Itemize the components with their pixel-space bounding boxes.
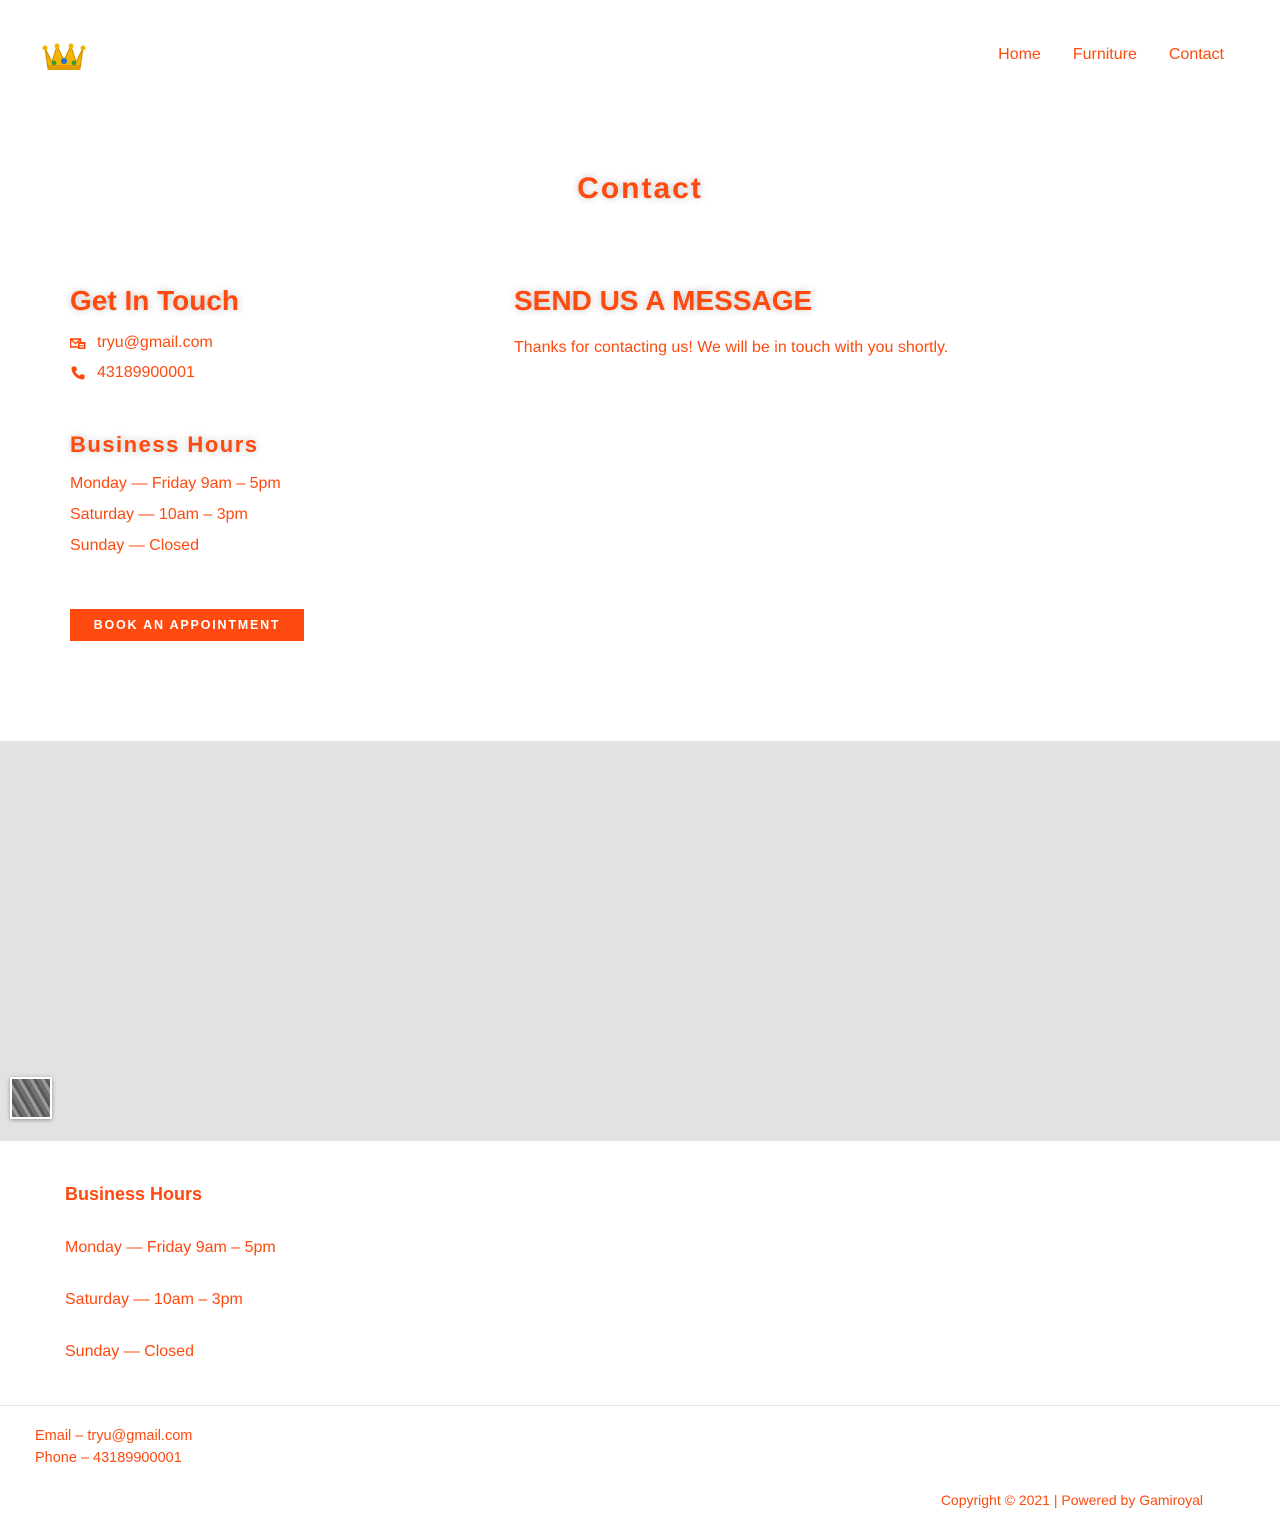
contact-email-link[interactable]: tryu@gmail.com bbox=[97, 334, 213, 352]
contact-email-row: tryu@gmail.com bbox=[69, 334, 213, 352]
footer-hours-saturday: Saturday — 10am – 3pm bbox=[65, 1291, 243, 1308]
book-appointment-button[interactable]: BOOK AN APPOINTMENT bbox=[70, 609, 304, 641]
hours-weekdays: Monday — Friday 9am – 5pm bbox=[70, 475, 281, 492]
hours-saturday: Saturday — 10am – 3pm bbox=[70, 506, 248, 523]
phone-icon bbox=[70, 365, 86, 381]
form-confirmation-message: Thanks for contacting us! We will be in … bbox=[514, 339, 949, 356]
copyright-text: Copyright © 2021 | Powered by Gamiroyal bbox=[940, 1492, 1203, 1508]
main-nav: Home Furniture Contact bbox=[998, 45, 1224, 65]
footer-hours-sunday: Sunday — Closed bbox=[65, 1343, 194, 1360]
footer-phone: Phone – 43189900001 bbox=[35, 1450, 182, 1466]
map-layer-thumbnail-icon[interactable] bbox=[10, 1077, 52, 1119]
contact-phone-row: 43189900001 bbox=[70, 364, 195, 382]
nav-furniture-link[interactable]: Furniture bbox=[1073, 45, 1137, 65]
business-hours-heading: Business Hours bbox=[70, 432, 259, 457]
footer-email: Email – tryu@gmail.com bbox=[35, 1428, 193, 1444]
mail-icon bbox=[69, 335, 86, 351]
page-title: Contact bbox=[577, 172, 703, 205]
nav-home-link[interactable]: Home bbox=[998, 45, 1041, 65]
contact-phone-link[interactable]: 43189900001 bbox=[97, 364, 195, 382]
hours-sunday: Sunday — Closed bbox=[70, 537, 199, 554]
nav-contact-link[interactable]: Contact bbox=[1169, 45, 1224, 65]
site-header: Home Furniture Contact bbox=[0, 0, 1280, 110]
footer-business-hours-heading: Business Hours bbox=[65, 1184, 203, 1204]
crown-icon[interactable] bbox=[42, 38, 86, 74]
get-in-touch-heading: Get In Touch bbox=[70, 285, 240, 316]
footer-divider bbox=[0, 1405, 1280, 1406]
footer-hours-weekdays: Monday — Friday 9am – 5pm bbox=[65, 1239, 276, 1256]
send-message-heading: SEND US A MESSAGE bbox=[514, 285, 813, 316]
embedded-map[interactable] bbox=[0, 741, 1280, 1141]
